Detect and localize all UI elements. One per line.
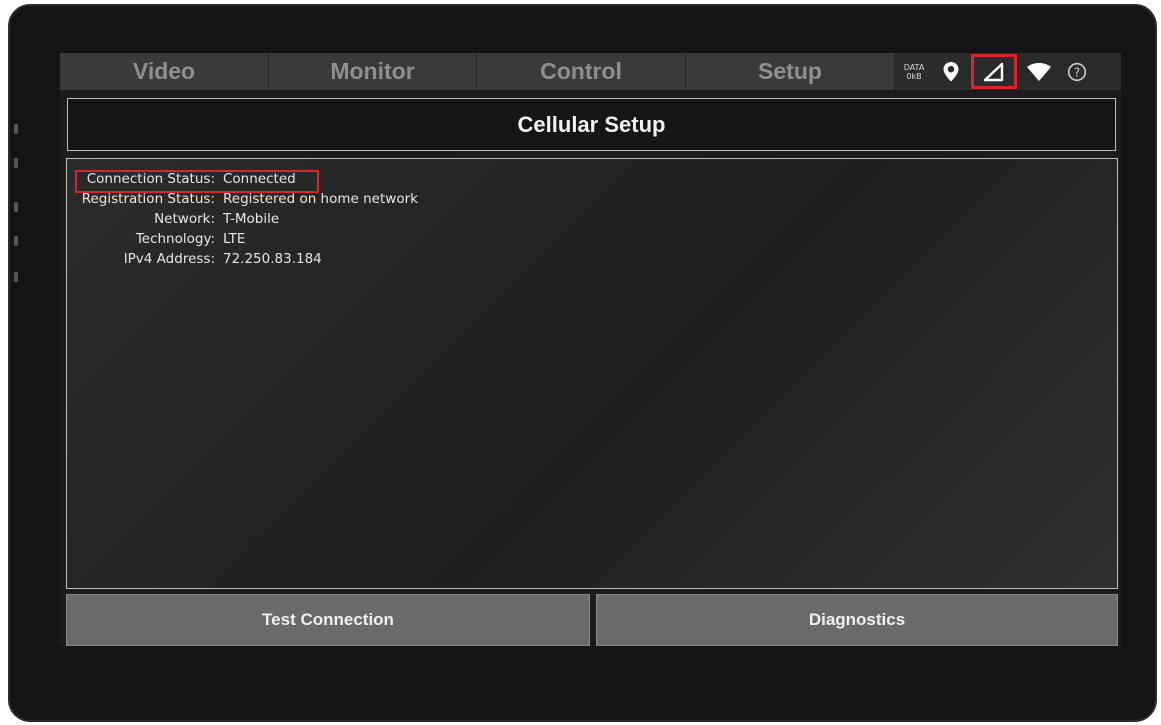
side-button (14, 236, 18, 246)
tab-video[interactable]: Video (60, 53, 269, 90)
top-nav: Video Monitor Control Setup DATA 0kB ? (60, 53, 1121, 90)
tab-monitor[interactable]: Monitor (269, 53, 477, 90)
location-pin-icon[interactable] (933, 53, 969, 90)
status-row-technology: Technology: LTE (76, 229, 418, 249)
status-row-registration: Registration Status: Registered on home … (76, 189, 418, 209)
app-screen: Video Monitor Control Setup DATA 0kB ? C… (60, 53, 1121, 646)
page-header: Cellular Setup (67, 98, 1116, 151)
status-value: Registered on home network (223, 191, 418, 207)
data-usage-indicator[interactable]: DATA 0kB (895, 53, 933, 90)
status-value: 72.250.83.184 (223, 251, 322, 267)
data-label: DATA (903, 62, 925, 72)
status-label: Technology: (135, 231, 215, 247)
tab-setup[interactable]: Setup (686, 53, 895, 90)
tab-control[interactable]: Control (477, 53, 686, 90)
page-title: Cellular Setup (517, 111, 666, 137)
status-row-connection: Connection Status: Connected (76, 169, 418, 189)
side-button (14, 202, 18, 212)
test-connection-button[interactable]: Test Connection (66, 594, 590, 646)
data-amount: 0kB (906, 71, 922, 81)
side-button (14, 158, 18, 168)
side-button (14, 124, 18, 134)
status-value: Connected (223, 171, 296, 187)
status-row-ipv4: IPv4 Address: 72.250.83.184 (76, 249, 418, 269)
status-row-network: Network: T-Mobile (76, 209, 418, 229)
status-value: LTE (223, 231, 246, 247)
status-value: T-Mobile (223, 211, 280, 227)
status-label: Network: (154, 211, 215, 227)
status-label: Connection Status: (86, 171, 215, 187)
wifi-icon[interactable] (1019, 53, 1059, 90)
status-label: IPv4 Address: (123, 251, 215, 267)
status-label: Registration Status: (81, 191, 215, 207)
status-list: Connection Status: Connected Registratio… (76, 169, 418, 269)
side-button (14, 272, 18, 282)
status-icon-bar: DATA 0kB ? (895, 53, 1121, 90)
svg-text:?: ? (1074, 65, 1080, 79)
help-icon[interactable]: ? (1059, 53, 1095, 90)
cellular-signal-icon[interactable] (971, 54, 1017, 89)
cellular-status-panel: Connection Status: Connected Registratio… (66, 158, 1118, 589)
diagnostics-button[interactable]: Diagnostics (596, 594, 1118, 646)
